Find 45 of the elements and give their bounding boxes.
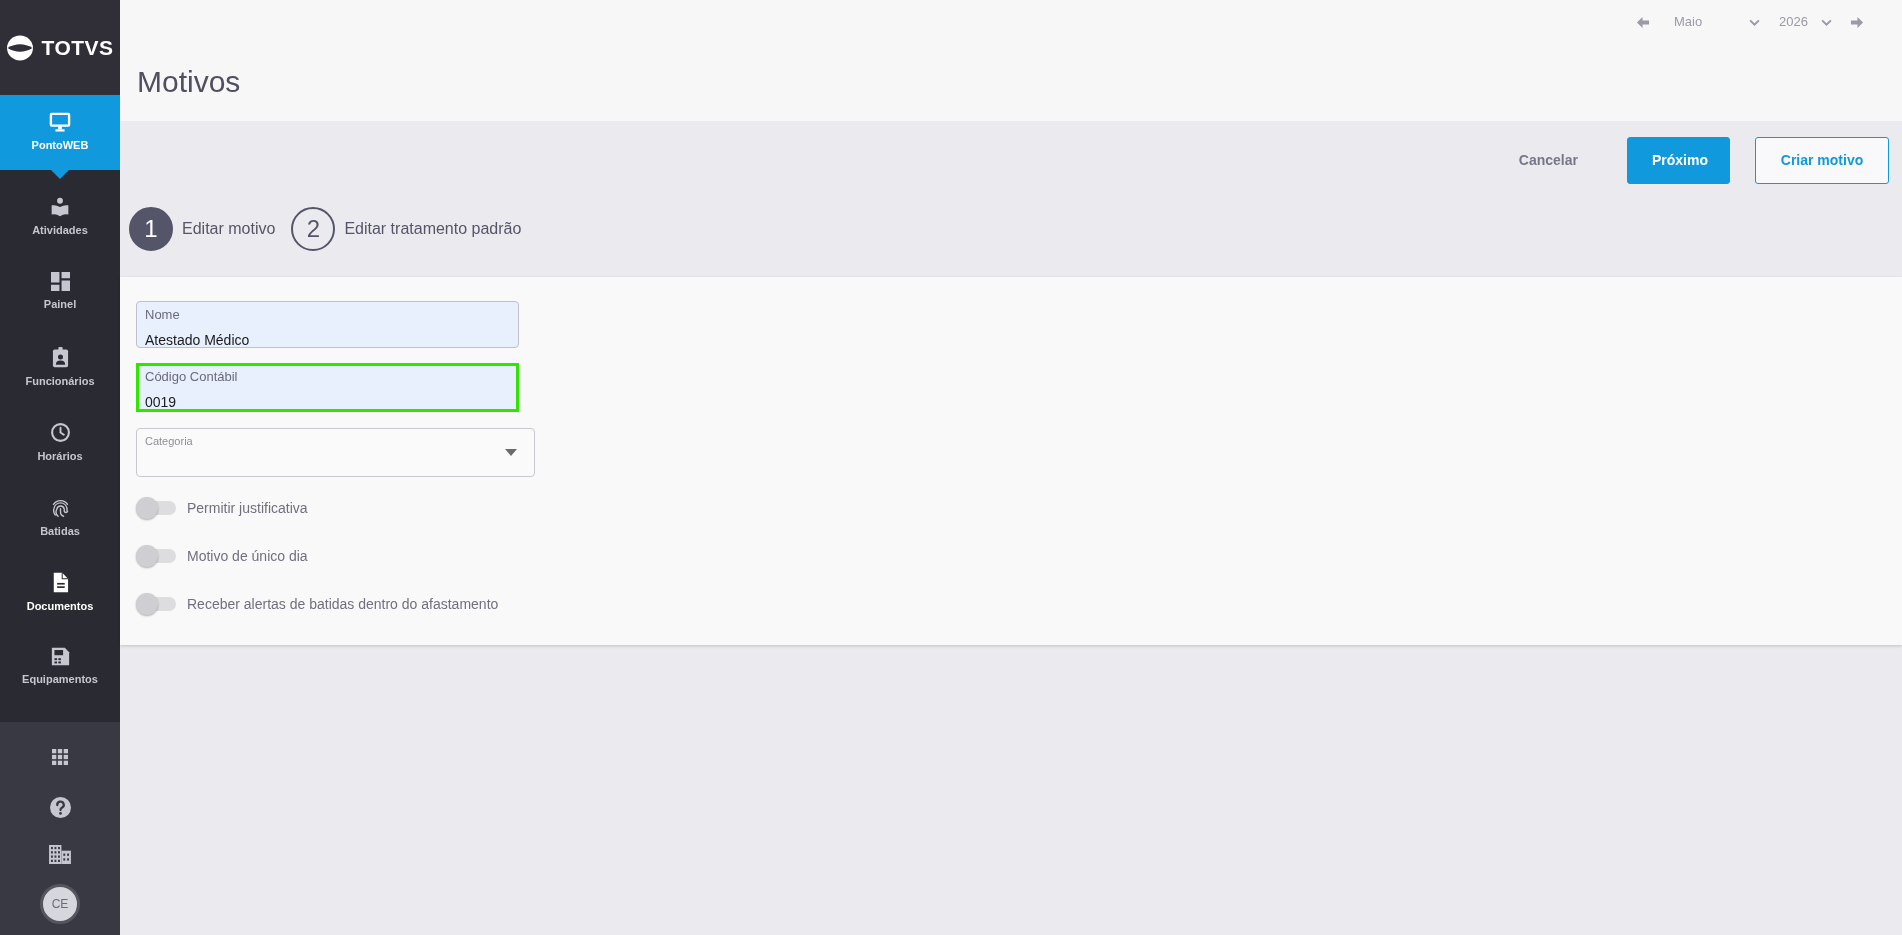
field-label: Categoria <box>145 435 193 448</box>
toggle-label: Permitir justificativa <box>187 498 308 518</box>
text-field[interactable]: Código Contábil 0019 <box>136 363 519 412</box>
toggle-switch[interactable] <box>136 545 176 567</box>
selection-pointer-icon <box>51 170 69 179</box>
user-avatar[interactable]: CE <box>40 884 80 924</box>
toggle-switch[interactable] <box>136 497 176 519</box>
nav-item[interactable]: Atividades <box>0 170 120 245</box>
apps-grid-icon[interactable] <box>52 749 68 765</box>
field-label: Código Contábil <box>145 369 238 385</box>
document-icon <box>51 572 69 593</box>
monitor-icon <box>49 112 71 132</box>
step-label: Editar tratamento padrão <box>344 219 522 239</box>
caret-down-icon <box>505 449 517 456</box>
toggle-label: Receber alertas de batidas dentro do afastamento <box>187 594 499 614</box>
text-button[interactable]: Cancelar <box>1494 137 1602 184</box>
nav-item[interactable]: Documentos <box>0 545 120 620</box>
book-reader-icon <box>50 197 70 217</box>
building-icon[interactable] <box>49 845 71 864</box>
id-badge-icon <box>51 347 69 368</box>
nav-item[interactable]: Batidas <box>0 470 120 545</box>
field-label: Nome <box>145 307 180 323</box>
nav-item[interactable]: Painel <box>0 245 120 320</box>
dashboard-icon <box>50 272 70 291</box>
clock-icon <box>49 422 71 443</box>
chevron-down-icon <box>1749 18 1760 26</box>
nav-item[interactable]: Funcionários <box>0 320 120 395</box>
chevron-down-icon <box>1821 18 1832 26</box>
page-title: Motivos <box>137 64 241 100</box>
step-label: Editar motivo <box>182 219 276 239</box>
arrow-left-icon[interactable] <box>1636 15 1650 29</box>
logo-mark-icon <box>6 34 35 61</box>
help-icon[interactable] <box>49 797 71 818</box>
field-value: 0019 <box>145 393 177 411</box>
toggle-switch[interactable] <box>136 593 176 615</box>
device-icon <box>50 647 70 666</box>
logo-text: TOTVS <box>41 35 114 60</box>
step-indicator: 1 <box>129 207 173 251</box>
arrow-right-icon[interactable] <box>1850 15 1864 29</box>
toggle-label: Motivo de único dia <box>187 546 308 566</box>
nav-item[interactable]: Equipamentos <box>0 620 120 695</box>
step-indicator: 2 <box>291 207 336 251</box>
text-field[interactable]: Nome Atestado Médico <box>136 301 519 348</box>
nav-item[interactable]: Horários <box>0 395 120 470</box>
field-value: Atestado Médico <box>145 331 250 349</box>
